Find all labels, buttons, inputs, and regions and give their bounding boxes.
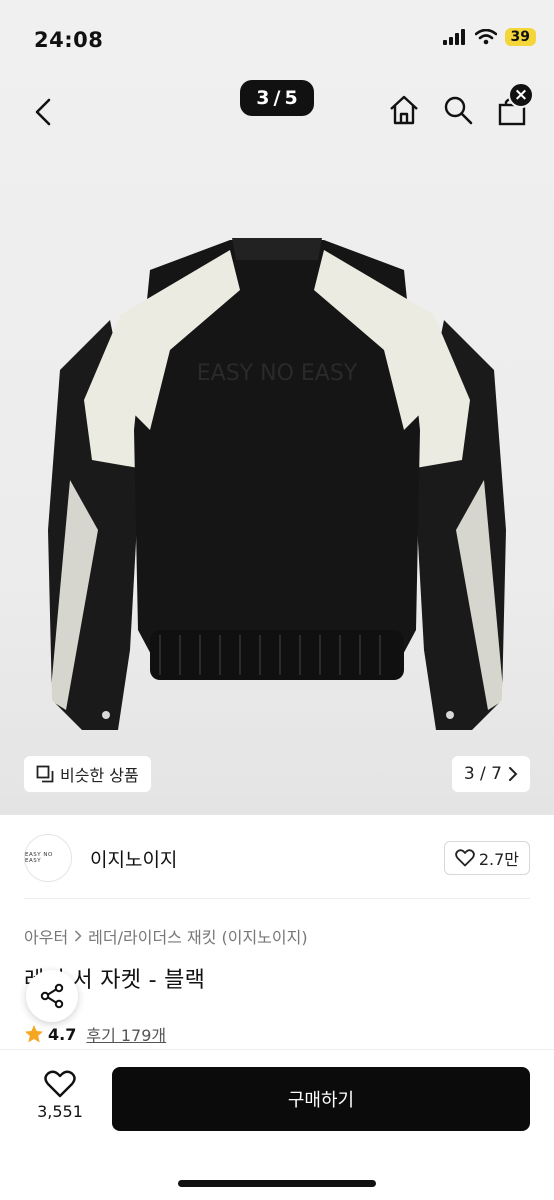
gallery-page-text: 3 / 7 [463,764,502,784]
status-bar: 24:08 39 [0,0,554,78]
back-button[interactable] [28,94,58,130]
search-icon [444,96,473,125]
heart-icon [455,849,475,867]
signal-icon [442,29,465,45]
bottom-action-bar: 3,551 구매하기 [0,1050,554,1200]
cart-button[interactable]: × [494,82,534,128]
home-indicator [178,1180,376,1187]
wish-count: 3,551 [37,1102,83,1121]
breadcrumb: 아우터 레더/라이더스 재킷 (이지노이지) [24,924,308,948]
reviews-link[interactable]: 후기 179개 [86,1022,166,1046]
share-button[interactable] [26,970,78,1022]
similar-products-button[interactable]: 비슷한 상품 [24,756,151,792]
battery-indicator: 39 [504,28,536,46]
brand-logo-text: EASY NO EASY [25,852,53,864]
chevron-right-icon [509,767,518,781]
brand-row[interactable]: EASY NO EASY 이지노이지 2.7만 [24,830,530,886]
image-counter-total: 5 [284,87,298,109]
brand-like-button[interactable]: 2.7만 [443,841,530,875]
jacket-logo-text: EASY NO EASY [197,361,358,386]
rating-row: 4.7 후기 179개 [24,1022,166,1046]
buy-button[interactable]: 구매하기 [112,1067,530,1131]
heart-icon [44,1070,76,1098]
brand-like-count: 2.7만 [478,850,519,869]
home-button[interactable] [386,92,422,128]
rating-value: 4.7 [48,1024,77,1044]
brand-logo[interactable]: EASY NO EASY [24,834,72,882]
chevron-right-icon [75,930,82,942]
brand-name[interactable]: 이지노이지 [90,845,177,872]
share-icon [40,983,64,1009]
status-icons: 39 [442,28,536,46]
close-icon[interactable]: × [508,82,534,108]
status-time: 24:08 [34,28,104,52]
buy-button-label: 구매하기 [287,1090,355,1111]
gallery-page-indicator[interactable]: 3 / 7 [451,756,530,792]
image-counter-separator: / [273,87,281,109]
search-button[interactable] [440,92,476,128]
breadcrumb-subcategory[interactable]: 레더/라이더스 재킷 (이지노이지) [88,924,307,948]
divider [24,898,530,899]
chevron-left-icon [35,98,51,126]
image-counter: 3 / 5 [240,80,314,116]
breadcrumb-category[interactable]: 아우터 [24,924,68,948]
header-actions: × [386,82,534,128]
product-jacket-image: EASY NO EASY [48,238,506,730]
similar-items-icon [36,765,54,783]
wish-button[interactable]: 3,551 [30,1070,90,1121]
similar-products-label: 비슷한 상품 [60,766,139,785]
image-counter-current: 3 [256,87,270,109]
star-icon [25,1025,43,1043]
wifi-icon [474,29,497,45]
home-icon [390,95,418,125]
